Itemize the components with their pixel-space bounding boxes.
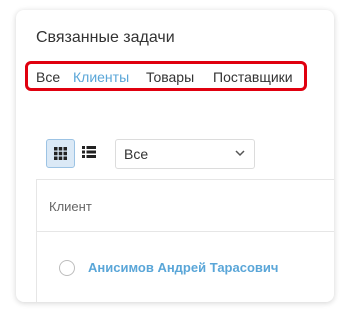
grid-icon: [54, 147, 67, 160]
row-select-radio[interactable]: [59, 260, 75, 276]
list-view-button[interactable]: [75, 139, 104, 168]
card-title: Связанные задачи: [36, 29, 175, 46]
column-header-client: Клиент: [49, 199, 92, 214]
related-tasks-card: Связанные задачи Все Клиенты Товары Пост…: [16, 10, 334, 302]
tab-suppliers[interactable]: Поставщики: [213, 69, 293, 85]
filter-select-value: Все: [124, 146, 149, 162]
chevron-down-icon: [235, 150, 245, 157]
filter-select[interactable]: Все: [115, 139, 255, 169]
tab-clients[interactable]: Клиенты: [73, 69, 129, 85]
tab-goods[interactable]: Товары: [146, 69, 194, 85]
client-name-link[interactable]: Анисимов Андрей Тарасович: [88, 260, 278, 275]
table-row: Анисимов Андрей Тарасович: [37, 232, 334, 302]
entity-tabs: Все Клиенты Товары Поставщики: [25, 61, 307, 91]
grid-view-button[interactable]: [46, 139, 75, 168]
list-icon: [82, 146, 96, 158]
clients-table: Клиент Анисимов Андрей Тарасович: [36, 179, 334, 302]
tab-all[interactable]: Все: [36, 69, 60, 85]
